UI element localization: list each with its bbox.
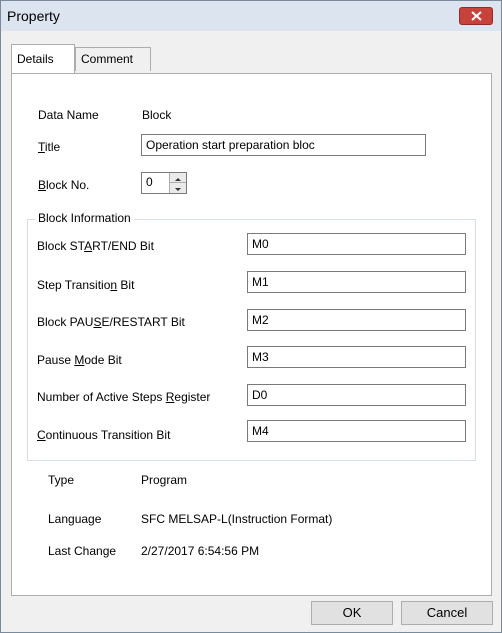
spin-up-button[interactable] bbox=[170, 173, 186, 183]
ok-button[interactable]: OK bbox=[311, 601, 393, 625]
spin-down-icon bbox=[175, 188, 181, 191]
title-bar: Property bbox=[1, 1, 501, 31]
last-change-value: 2/27/2017 6:54:56 PM bbox=[141, 544, 260, 558]
continuous-transition-bit-field[interactable]: M4 bbox=[247, 420, 466, 442]
block-start-end-bit-label: Block START/END Bit bbox=[37, 239, 154, 253]
active-steps-register-field[interactable]: D0 bbox=[247, 384, 466, 406]
block-pause-restart-bit-field[interactable]: M2 bbox=[247, 309, 466, 331]
spin-down-button[interactable] bbox=[170, 183, 186, 193]
active-steps-register-label: Number of Active Steps Register bbox=[37, 390, 211, 404]
close-icon bbox=[471, 11, 482, 21]
pause-mode-bit-field[interactable]: M3 bbox=[247, 346, 466, 368]
last-change-label: Last Change bbox=[48, 544, 117, 558]
type-label: Type bbox=[48, 473, 75, 487]
block-pause-restart-bit-label: Block PAUSE/RESTART Bit bbox=[37, 315, 185, 329]
continuous-transition-bit-label: Continuous Transition Bit bbox=[37, 428, 171, 442]
block-information-title: Block Information bbox=[35, 211, 134, 225]
close-button[interactable] bbox=[459, 7, 493, 25]
block-no-label: Block No. bbox=[38, 178, 90, 192]
language-value: SFC MELSAP-L(Instruction Format) bbox=[141, 512, 333, 526]
pause-mode-bit-label: Pause Mode Bit bbox=[37, 353, 122, 367]
block-no-value: 0 bbox=[146, 175, 153, 189]
language-label: Language bbox=[48, 512, 102, 526]
stepper-buttons bbox=[169, 173, 186, 193]
cancel-button[interactable]: Cancel bbox=[401, 601, 493, 625]
block-no-stepper[interactable]: 0 bbox=[141, 172, 187, 194]
type-value: Program bbox=[141, 473, 188, 487]
property-dialog: Property Details Comment Data Name Block… bbox=[0, 0, 502, 633]
block-start-end-bit-field[interactable]: M0 bbox=[247, 233, 466, 255]
step-transition-bit-label: Step Transition Bit bbox=[37, 278, 135, 292]
tab-details[interactable]: Details bbox=[11, 44, 75, 73]
data-name-label: Data Name bbox=[38, 108, 99, 122]
title-input[interactable]: Operation start preparation bloc bbox=[141, 134, 426, 156]
title-label: Title bbox=[38, 140, 61, 154]
tab-comment[interactable]: Comment bbox=[75, 47, 151, 71]
step-transition-bit-field[interactable]: M1 bbox=[247, 271, 466, 293]
window-title: Property bbox=[7, 8, 60, 24]
data-name-value: Block bbox=[142, 108, 172, 122]
